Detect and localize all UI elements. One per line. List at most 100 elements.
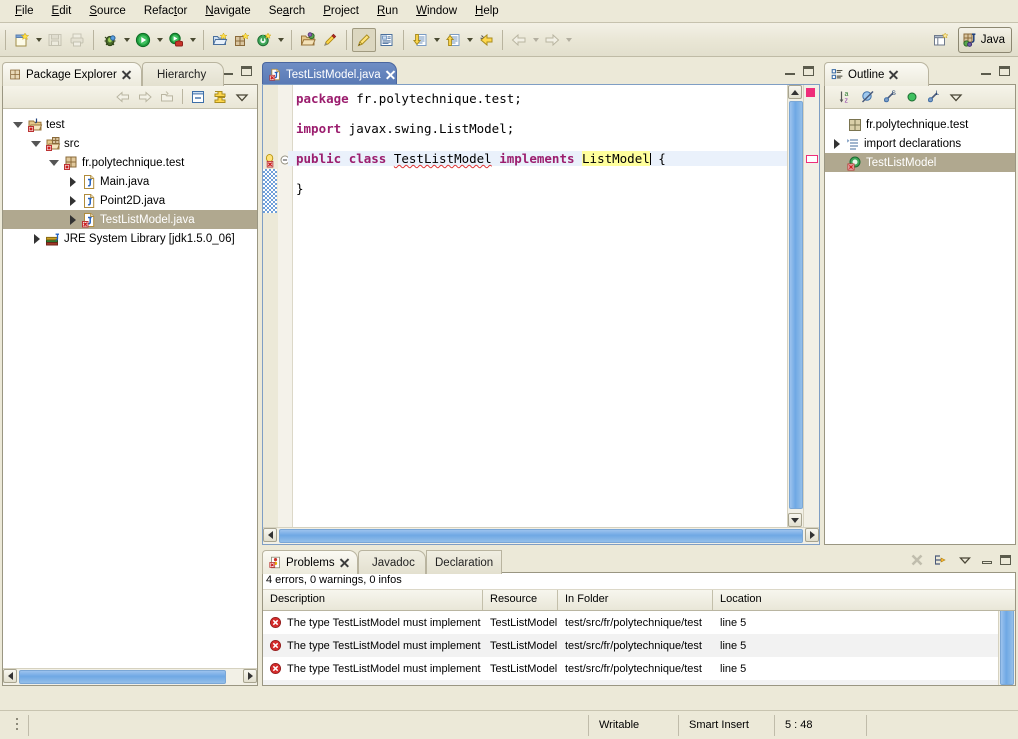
expand-twisty[interactable] (47, 155, 63, 171)
editor-vscrollbar[interactable] (787, 85, 804, 527)
outline-item-package[interactable]: fr.polytechnique.test (825, 115, 1015, 134)
menu-run[interactable]: Run (368, 3, 407, 19)
debug-dropdown[interactable] (121, 29, 132, 51)
perspective-switcher-java[interactable]: Java (957, 26, 1012, 53)
maximize-icon[interactable] (240, 65, 253, 78)
menu-edit[interactable]: Edit (43, 3, 81, 19)
maximize-icon[interactable] (998, 65, 1011, 78)
editor-code-text[interactable]: package fr.polytechnique.test; import ja… (288, 85, 792, 527)
menu-window[interactable]: Window (407, 3, 466, 19)
table-row[interactable]: The type TestListModel must implement Te… (263, 657, 1015, 680)
tree-item-testlistmodel-java[interactable]: TestListModel.java (3, 210, 257, 229)
run-button[interactable] (132, 29, 154, 51)
tab-package-explorer[interactable]: Package Explorer (2, 62, 142, 86)
scroll-left-arrow[interactable] (263, 528, 277, 542)
scroll-thumb[interactable] (1000, 611, 1014, 685)
expand-twisty[interactable] (65, 193, 81, 209)
open-type-button[interactable] (297, 29, 319, 51)
tab-outline[interactable]: Outline (824, 62, 929, 86)
hide-nonpublic-button[interactable] (901, 87, 923, 107)
tree-item-point2d-java[interactable]: Point2D.java (3, 191, 257, 210)
previous-annotation-dropdown[interactable] (464, 29, 475, 51)
scroll-right-arrow[interactable] (805, 528, 819, 542)
expand-twisty[interactable] (65, 212, 81, 228)
maximize-icon[interactable] (802, 65, 815, 78)
package-explorer-hscrollbar[interactable] (3, 668, 257, 685)
scroll-thumb[interactable] (19, 670, 226, 684)
print-button[interactable] (66, 29, 88, 51)
scroll-right-arrow[interactable] (243, 669, 257, 683)
close-icon[interactable] (121, 69, 132, 80)
quickfix-error-icon[interactable] (263, 153, 278, 168)
back-dropdown[interactable] (530, 29, 541, 51)
error-marker[interactable] (806, 88, 815, 97)
column-header-location[interactable]: Location (713, 590, 998, 610)
editor-hscrollbar[interactable] (263, 527, 819, 544)
delete-button[interactable] (906, 550, 928, 570)
tree-item-package[interactable]: fr.polytechnique.test (3, 153, 257, 172)
outline-item-testlistmodel[interactable]: TestListModel (825, 153, 1015, 172)
next-annotation-button[interactable] (409, 29, 431, 51)
table-row[interactable]: The type TestListModel must implement Te… (263, 680, 1015, 685)
scroll-down-arrow[interactable] (788, 513, 802, 527)
expand-twisty[interactable] (829, 136, 845, 152)
next-annotation-dropdown[interactable] (431, 29, 442, 51)
sort-button[interactable]: az (835, 87, 857, 107)
tab-declaration[interactable]: Declaration (426, 550, 502, 574)
save-button[interactable] (44, 29, 66, 51)
menu-help[interactable]: Help (466, 3, 508, 19)
previous-annotation-button[interactable] (442, 29, 464, 51)
toggle-mark-occurrences-button[interactable] (352, 27, 376, 52)
tree-item-test[interactable]: test (3, 115, 257, 134)
external-tools-button[interactable] (165, 29, 187, 51)
minimize-icon[interactable] (981, 554, 994, 567)
new-wizard-button[interactable] (11, 29, 33, 51)
menu-file[interactable]: File (6, 3, 43, 19)
new-class-button[interactable] (253, 29, 275, 51)
back-button[interactable] (508, 29, 530, 51)
external-tools-dropdown[interactable] (187, 29, 198, 51)
close-icon[interactable] (385, 69, 396, 80)
scroll-thumb[interactable] (279, 529, 803, 543)
view-menu-button[interactable] (231, 87, 253, 107)
tree-item-src[interactable]: src (3, 134, 257, 153)
tree-item-jre-system-library[interactable]: JRE System Library [jdk1.5.0_06] (3, 229, 257, 248)
forward-dropdown[interactable] (563, 29, 574, 51)
tree-item-main-java[interactable]: Main.java (3, 172, 257, 191)
minimize-icon[interactable] (784, 65, 797, 78)
menu-search[interactable]: Search (260, 3, 314, 19)
expand-twisty[interactable] (65, 174, 81, 190)
menu-source[interactable]: Source (80, 3, 134, 19)
maximize-icon[interactable] (999, 554, 1012, 567)
editor-gutter[interactable] (263, 85, 279, 527)
scroll-thumb[interactable] (789, 101, 803, 509)
forward-button[interactable] (541, 29, 563, 51)
table-row[interactable]: The type TestListModel must implement Te… (263, 634, 1015, 657)
view-menu-button[interactable] (945, 87, 967, 107)
menu-navigate[interactable]: Navigate (196, 3, 259, 19)
last-edit-location-button[interactable] (475, 29, 497, 51)
hide-static-button[interactable]: S (879, 87, 901, 107)
expand-twisty[interactable] (29, 231, 45, 247)
tab-hierarchy[interactable]: Hierarchy (142, 62, 224, 86)
filters-button[interactable] (930, 550, 952, 570)
debug-button[interactable] (99, 29, 121, 51)
show-source-document-button[interactable] (376, 29, 398, 51)
scroll-left-arrow[interactable] (3, 669, 17, 683)
column-header-resource[interactable]: Resource (483, 590, 558, 610)
new-java-project-button[interactable] (209, 29, 231, 51)
collapse-all-button[interactable] (187, 87, 209, 107)
open-perspective-button[interactable] (930, 29, 952, 51)
view-menu-button[interactable] (954, 550, 976, 570)
new-class-dropdown[interactable] (275, 29, 286, 51)
tab-testlistmodel-java[interactable]: TestListModel.java (262, 62, 397, 86)
column-header-description[interactable]: Description (263, 590, 483, 610)
close-icon[interactable] (339, 557, 350, 568)
outline-item-import-declarations[interactable]: import declarations (825, 134, 1015, 153)
tab-javadoc[interactable]: Javadoc (358, 550, 426, 574)
occurrence-marker[interactable] (806, 155, 818, 163)
hide-fields-button[interactable] (857, 87, 879, 107)
new-wizard-dropdown[interactable] (33, 29, 44, 51)
menu-refactor[interactable]: Refactor (135, 3, 196, 19)
search-button[interactable] (319, 29, 341, 51)
